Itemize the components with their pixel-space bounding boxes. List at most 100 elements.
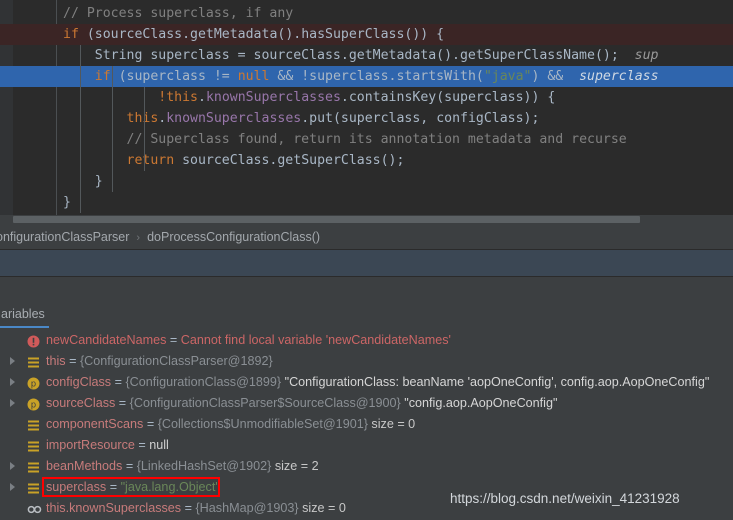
expand-arrow-icon[interactable] <box>10 483 15 491</box>
code-token: sup <box>618 48 659 63</box>
indent-guide <box>80 87 81 108</box>
svg-text:p: p <box>31 401 36 411</box>
variable-row[interactable]: importResource = null <box>0 435 733 456</box>
indent-guide <box>112 108 113 129</box>
variable-equals: = <box>143 417 158 431</box>
superclass-annotation-box <box>42 477 220 497</box>
editor-hscrollbar-thumb[interactable] <box>13 216 640 223</box>
variable-equals: = <box>181 501 196 515</box>
error-icon <box>27 334 40 348</box>
variable-value: {HashMap@1903} <box>195 501 299 515</box>
code-token: // Process superclass, if any <box>63 6 294 21</box>
code-line[interactable]: String superclass = sourceClass.getMetad… <box>0 45 733 66</box>
variable-extra: size = 0 <box>367 417 416 431</box>
expand-arrow-icon[interactable] <box>10 462 15 470</box>
code-token: .containsKey(superclass)) { <box>340 90 556 105</box>
indent-guide <box>144 87 145 108</box>
indent-guide <box>144 129 145 150</box>
variable-text: importResource = null <box>46 435 169 456</box>
code-token: superclass <box>571 69 659 84</box>
variable-name: newCandidateNames <box>46 333 167 347</box>
variable-value: Cannot find local variable 'newCandidate… <box>180 333 451 347</box>
ide-debug-window: // Process superclass, if any if (sourceC… <box>0 0 733 520</box>
indent-guide <box>80 171 81 192</box>
expand-arrow-icon[interactable] <box>10 357 15 365</box>
variable-equals: = <box>122 459 137 473</box>
variables-tabstrip[interactable]: ariables <box>0 302 733 328</box>
breadcrumb-method[interactable]: doProcessConfigurationClass() <box>147 230 320 244</box>
static-field-icon <box>27 502 42 515</box>
code-token: } <box>94 174 103 189</box>
indent-guide <box>80 150 81 171</box>
variable-name: beanMethods <box>46 459 123 473</box>
indent-guide <box>144 108 145 129</box>
code-token: ) && <box>531 69 572 84</box>
variable-text: this = {ConfigurationClassParser@1892} <box>46 351 273 372</box>
variable-text: beanMethods = {LinkedHashSet@1902} size … <box>46 456 319 477</box>
expand-arrow-icon[interactable] <box>10 378 15 386</box>
indent-guide <box>80 45 81 66</box>
breadcrumb-class[interactable]: onfigurationClassParser <box>0 230 129 244</box>
field-icon <box>27 460 40 473</box>
breadcrumb[interactable]: onfigurationClassParser › doProcessConfigu… <box>0 224 733 250</box>
code-token: String superclass = sourceClass.getMetad… <box>94 48 619 63</box>
code-token: } <box>63 195 71 210</box>
variable-value: {ConfigurationClassParser@1892} <box>79 354 273 368</box>
variable-equals: = <box>65 354 80 368</box>
indent-guide <box>144 150 145 171</box>
code-line[interactable]: this.knownSuperclasses.put(superclass, c… <box>0 108 733 129</box>
code-token: null <box>237 69 270 84</box>
variable-name: componentScans <box>46 417 144 431</box>
variable-name: sourceClass <box>46 396 116 410</box>
breadcrumb-separator-icon: › <box>136 232 141 244</box>
code-line[interactable]: if (sourceClass.getMetadata().hasSuperCl… <box>0 24 733 45</box>
variable-row[interactable]: beanMethods = {LinkedHashSet@1902} size … <box>0 456 733 477</box>
variable-value: null <box>149 438 169 452</box>
code-line[interactable]: } <box>0 171 733 192</box>
code-editor[interactable]: // Process superclass, if any if (sourceC… <box>0 0 733 215</box>
code-token: this <box>126 111 159 126</box>
code-token: && !superclass.startsWith( <box>269 69 484 84</box>
code-token: sourceClass.getSuperClass(); <box>174 153 405 168</box>
code-line[interactable]: !this.knownSuperclasses.containsKey(supe… <box>0 87 733 108</box>
variable-equals: = <box>134 438 150 452</box>
variable-name: configClass <box>46 375 112 389</box>
indent-guide <box>112 171 113 192</box>
variable-row[interactable]: newCandidateNames = Cannot find local va… <box>0 330 733 351</box>
indent-guide <box>112 129 113 150</box>
variable-row[interactable]: p configClass = {ConfigurationClass@1899}… <box>0 372 733 393</box>
code-line[interactable]: } <box>0 192 733 213</box>
expand-arrow-icon[interactable] <box>10 399 15 407</box>
variable-row[interactable]: this = {ConfigurationClassParser@1892} <box>0 351 733 372</box>
tab-variables[interactable]: ariables <box>0 302 55 326</box>
code-line[interactable]: // Superclass found, return its annotati… <box>0 129 733 150</box>
code-line[interactable]: // Process superclass, if any <box>0 3 733 24</box>
code-token: this <box>166 90 198 105</box>
variable-equals: = <box>115 396 130 410</box>
variable-row[interactable]: p sourceClass = {ConfigurationClassParser… <box>0 393 733 414</box>
variables-toolbar[interactable] <box>0 277 733 302</box>
indent-guide <box>80 192 81 213</box>
field-icon <box>27 439 40 452</box>
svg-text:p: p <box>31 380 36 390</box>
variable-equals: = <box>166 333 181 347</box>
code-line[interactable]: return sourceClass.getSuperClass(); <box>0 150 733 171</box>
code-token: "java" <box>483 69 532 84</box>
debug-toolbar-strip[interactable] <box>0 250 733 277</box>
variable-value: {Collections$UnmodifiableSet@1901} <box>157 417 368 431</box>
code-token: (superclass != <box>110 69 238 84</box>
code-token: // Superclass found, return its annotati… <box>126 132 627 147</box>
variable-name: importResource <box>46 438 135 452</box>
variable-row[interactable]: componentScans = {Collections$Unmodifiab… <box>0 414 733 435</box>
variable-value: {LinkedHashSet@1902} <box>136 459 272 473</box>
variable-extra: "ConfigurationClass: beanName 'aopOneCon… <box>281 375 710 389</box>
variable-text: this.knownSuperclasses = {HashMap@1903} … <box>46 498 346 519</box>
variable-name: this <box>46 354 66 368</box>
code-token: if <box>94 69 111 84</box>
code-token: knownSuperclasses <box>205 90 341 105</box>
variable-extra: size = 0 <box>298 501 346 515</box>
code-line[interactable]: if (superclass != null && !superclass.st… <box>0 66 733 87</box>
variable-equals: = <box>111 375 126 389</box>
watermark: https://blog.csdn.net/weixin_41231928 <box>450 491 680 506</box>
code-token: . <box>197 90 206 105</box>
